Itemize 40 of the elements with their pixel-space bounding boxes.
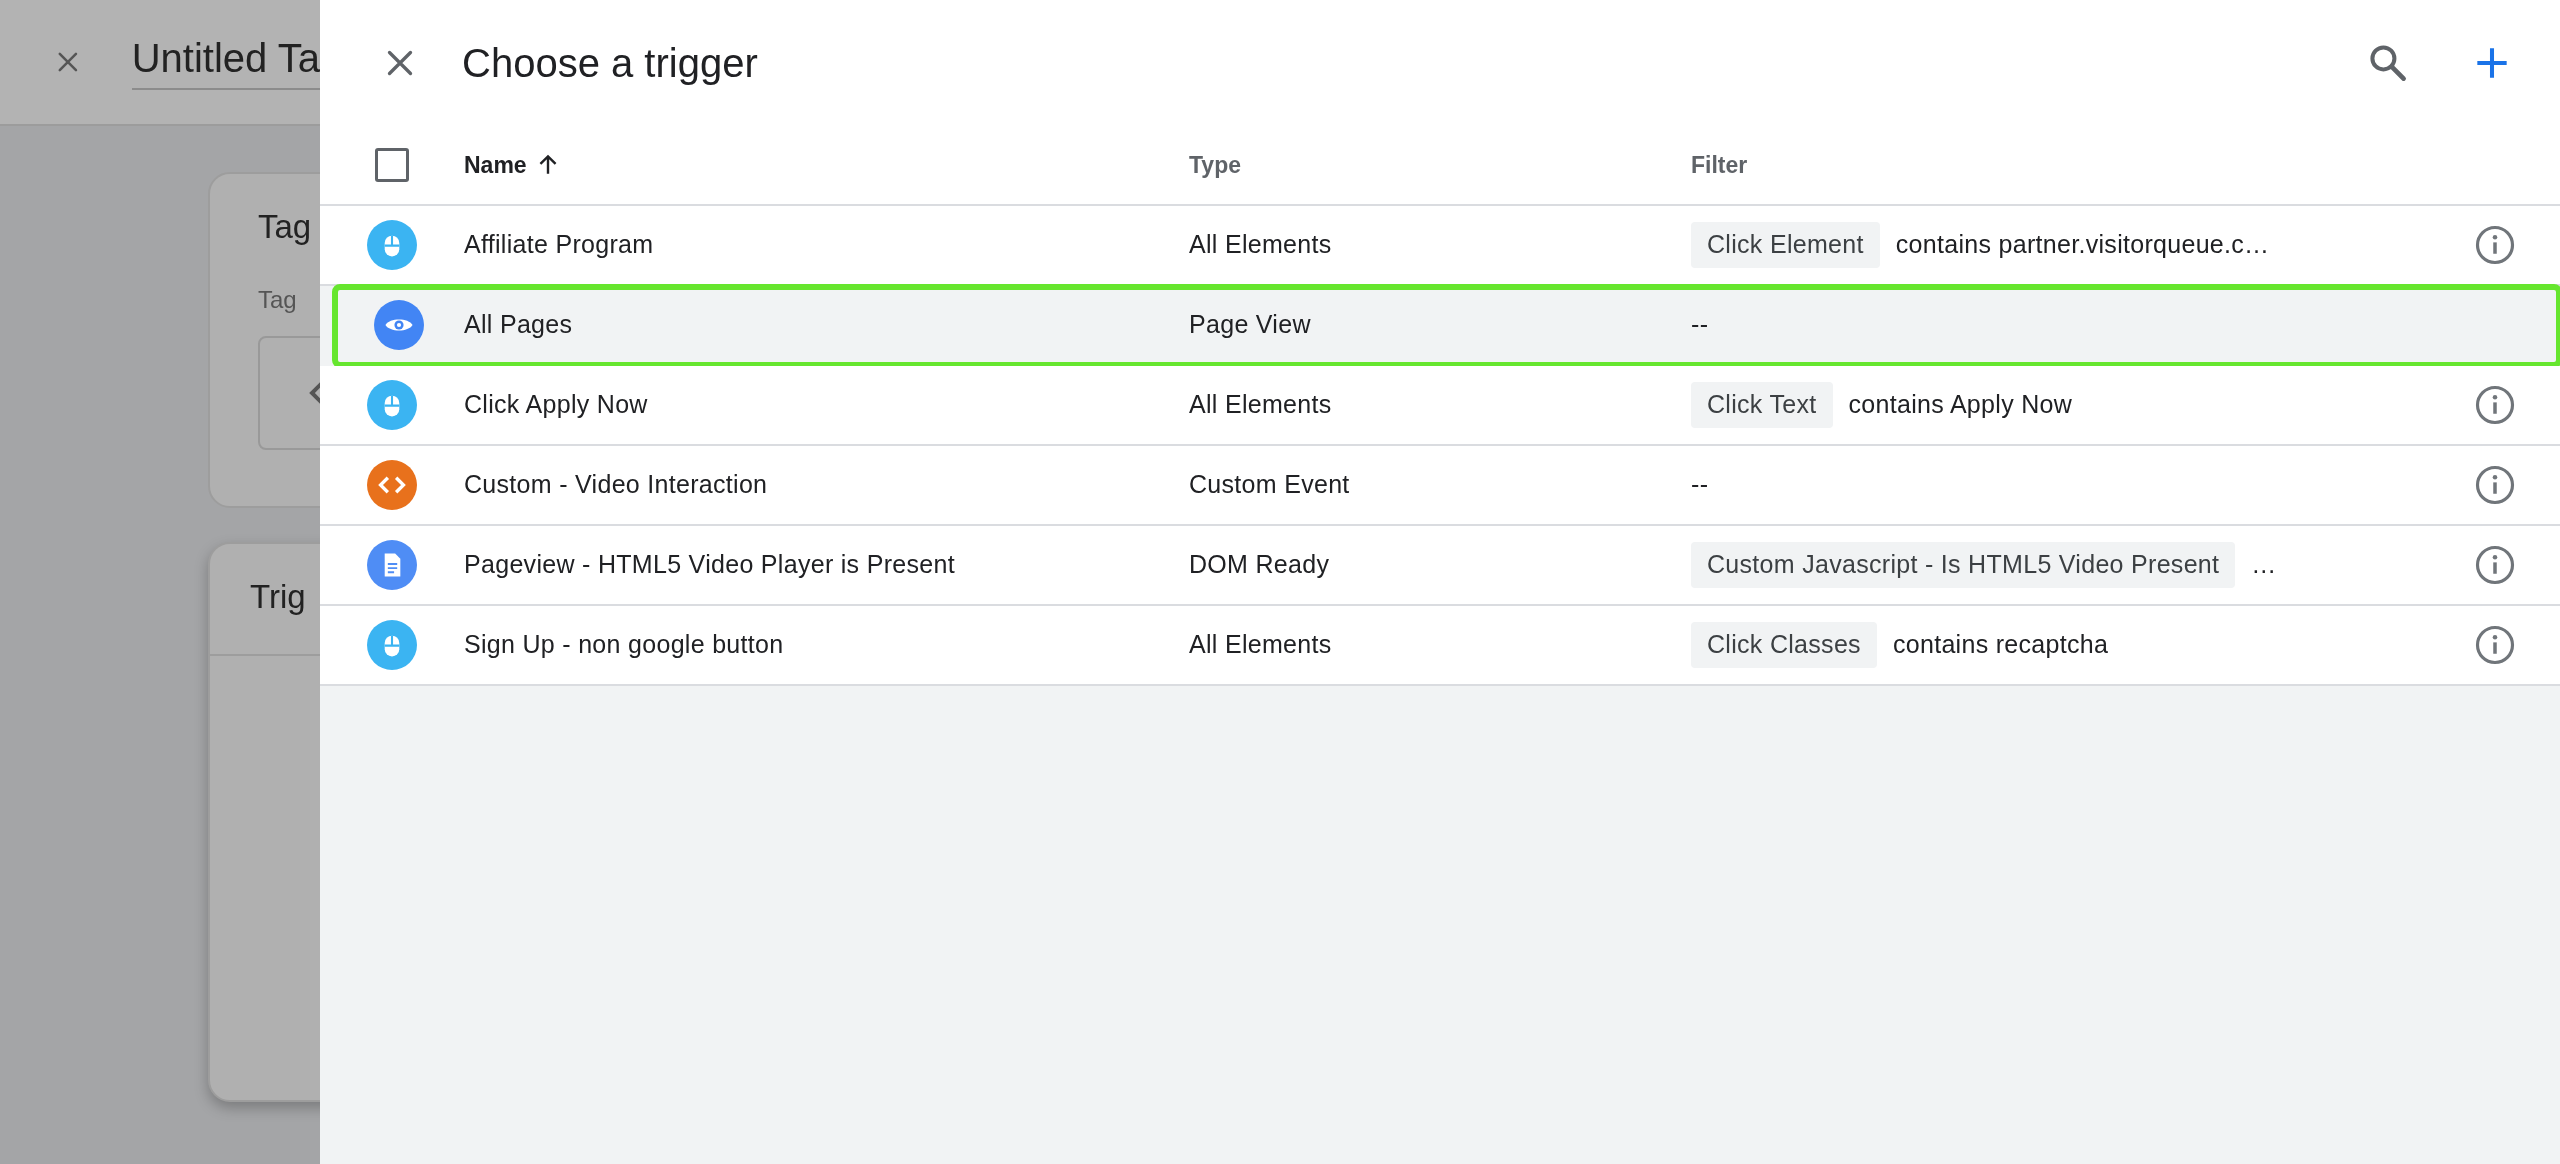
table-row[interactable]: Sign Up - non google button All Elements Click Classes contains recaptcha bbox=[320, 606, 2560, 686]
filter-condition: contains Apply Now bbox=[1848, 389, 2073, 421]
info-icon bbox=[2474, 384, 2516, 426]
filter-variable: Click Text bbox=[1691, 382, 1833, 428]
trigger-name: Sign Up - non google button bbox=[464, 629, 785, 661]
info-icon bbox=[2474, 464, 2516, 506]
info-icon bbox=[2474, 544, 2516, 586]
table-row[interactable]: Click Apply Now All Elements Click Text contains Apply Now bbox=[320, 366, 2560, 446]
filter-condition: contains recaptcha bbox=[1892, 629, 2109, 661]
trigger-type: All Elements bbox=[1189, 629, 1333, 661]
highlighted-row[interactable]: All Pages Page View -- bbox=[334, 286, 2560, 366]
trigger-type: DOM Ready bbox=[1189, 549, 1331, 581]
filter-variable: Click Element bbox=[1691, 222, 1880, 268]
table-row[interactable]: Custom - Video Interaction Custom Event -- bbox=[320, 446, 2560, 526]
card-title: Tag bbox=[258, 207, 313, 247]
info-icon bbox=[2474, 624, 2516, 666]
column-header[interactable]: Filter bbox=[1691, 147, 1748, 183]
trigger-type: All Elements bbox=[1189, 389, 1333, 421]
trigger-type: Page View bbox=[1189, 309, 1312, 341]
select-all-checkbox[interactable] bbox=[375, 148, 409, 182]
trigger-name: Affiliate Program bbox=[464, 229, 655, 261]
dialog-title: Choose a trigger bbox=[462, 40, 759, 87]
info-icon bbox=[2474, 224, 2516, 266]
trigger-name: Pageview - HTML5 Video Player is Present bbox=[464, 549, 956, 581]
trigger-name: Click Apply Now bbox=[464, 389, 649, 421]
table-row[interactable]: Affiliate Program All Elements Click Element contains partner.visitorqueue.c… bbox=[320, 206, 2560, 286]
filter-condition: contains partner.visitorqueue.c… bbox=[1895, 229, 2270, 261]
table-row[interactable]: Pageview - HTML5 Video Player is Present DOM Ready Custom Javascript - Is HTML5 Video Present … bbox=[320, 526, 2560, 606]
filter-condition: … bbox=[2251, 549, 2277, 581]
filter-condition: -- bbox=[1691, 469, 1709, 501]
field-label: Tag bbox=[258, 284, 298, 315]
column-header[interactable]: Name bbox=[464, 147, 527, 183]
filter-condition: -- bbox=[1691, 309, 1709, 341]
trigger-type: All Elements bbox=[1189, 229, 1333, 261]
column-header[interactable]: Type bbox=[1189, 147, 1241, 183]
trigger-name: All Pages bbox=[464, 309, 574, 341]
filter-variable: Custom Javascript - Is HTML5 Video Present bbox=[1691, 542, 2236, 588]
trigger-type: Custom Event bbox=[1189, 469, 1351, 501]
trigger-name: Custom - Video Interaction bbox=[464, 469, 769, 501]
filter-variable: Click Classes bbox=[1691, 622, 1877, 668]
